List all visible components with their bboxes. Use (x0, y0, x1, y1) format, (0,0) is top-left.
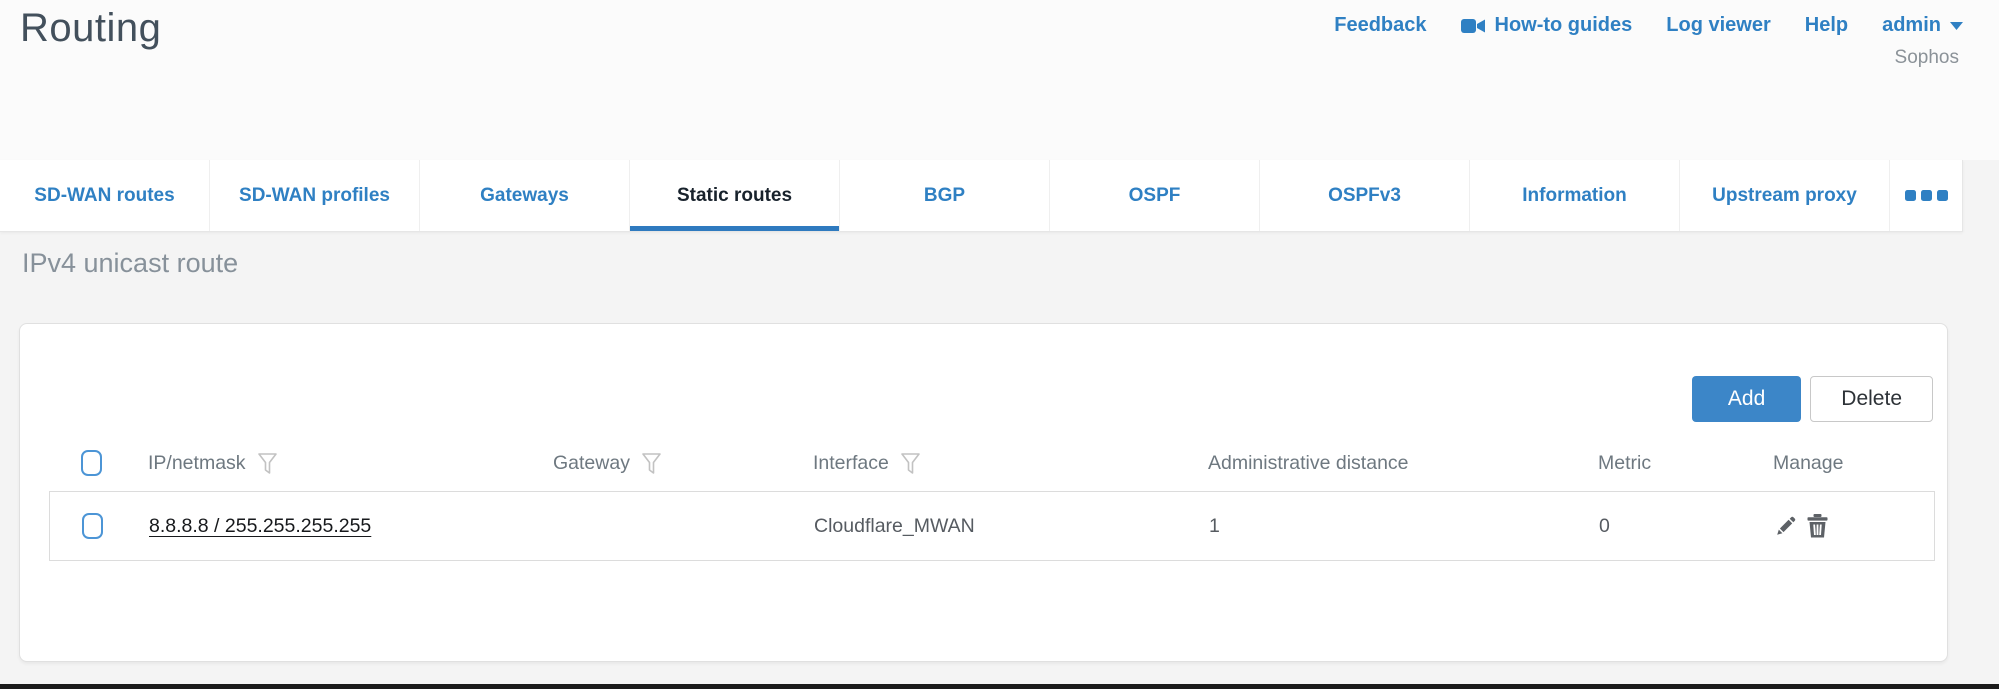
tab-label: Static routes (677, 185, 792, 207)
tab-gateways[interactable]: Gateways (420, 160, 630, 231)
column-header-ad: Administrative distance (1208, 452, 1598, 475)
page-title: Routing (20, 6, 161, 51)
row-select-cell (50, 513, 134, 539)
header-link-admin-menu[interactable]: admin (1882, 14, 1963, 37)
ellipsis-dot (1937, 190, 1948, 201)
ellipsis-dot (1905, 190, 1916, 201)
delete-button[interactable]: Delete (1810, 376, 1933, 422)
tab-bar: SD-WAN routes SD-WAN profiles Gateways Stat… (0, 160, 1963, 232)
row-checkbox[interactable] (82, 513, 103, 539)
tab-static-routes[interactable]: Static routes (630, 160, 840, 231)
delete-icon (1807, 514, 1828, 538)
routing-page: Routing Feedback How-to guides Log viewer H… (0, 0, 1999, 689)
table-toolbar: Add Delete (49, 376, 1935, 422)
column-header-metric: Metric (1598, 452, 1773, 475)
header-link-help[interactable]: Help (1805, 14, 1848, 37)
column-label: Gateway (553, 452, 630, 475)
header-link-label: Feedback (1334, 14, 1426, 37)
column-label: IP/netmask (148, 452, 246, 475)
cell-admin-distance: 1 (1209, 515, 1599, 538)
column-label: Metric (1598, 452, 1651, 475)
header-select-cell (49, 450, 133, 476)
edit-route-button[interactable] (1774, 515, 1797, 538)
tab-sdwan-routes[interactable]: SD-WAN routes (0, 160, 210, 231)
ellipsis-dot (1921, 190, 1932, 201)
window-bottom-edge (0, 684, 1999, 689)
brand-label: Sophos (1895, 47, 1959, 69)
cell-manage (1774, 514, 1934, 538)
tab-label: SD-WAN routes (34, 185, 174, 207)
tab-information[interactable]: Information (1470, 160, 1680, 231)
header-link-label: How-to guides (1495, 14, 1633, 37)
tab-bgp[interactable]: BGP (840, 160, 1050, 231)
header-link-log-viewer[interactable]: Log viewer (1666, 14, 1770, 37)
caret-down-icon (1950, 22, 1963, 30)
page-header: Routing Feedback How-to guides Log viewer H… (0, 0, 1999, 160)
column-label: Interface (813, 452, 889, 475)
filter-button-interface[interactable] (901, 453, 920, 474)
header-links: Feedback How-to guides Log viewer Help admin (1334, 14, 1963, 37)
tab-label: SD-WAN profiles (239, 185, 390, 207)
tab-label: OSPF (1129, 185, 1181, 207)
filter-button-gateway[interactable] (642, 453, 661, 474)
cell-metric: 0 (1599, 515, 1774, 538)
tab-label: Upstream proxy (1712, 185, 1857, 207)
column-label: Manage (1773, 452, 1843, 475)
header-link-feedback[interactable]: Feedback (1334, 14, 1426, 37)
tab-label: BGP (924, 185, 965, 207)
table-header-row: IP/netmask Gateway Interface Administrative… (49, 442, 1935, 484)
tab-upstream-proxy[interactable]: Upstream proxy (1680, 160, 1890, 231)
add-button[interactable]: Add (1692, 376, 1801, 422)
tab-label: Information (1522, 185, 1627, 207)
edit-icon (1774, 515, 1797, 538)
tab-label: Gateways (480, 185, 569, 207)
table-body: 8.8.8.8 / 255.255.255.255 Cloudflare_MWAN… (49, 491, 1935, 561)
select-all-checkbox[interactable] (81, 450, 102, 476)
video-camera-icon (1461, 17, 1486, 35)
column-header-ip: IP/netmask (133, 452, 553, 475)
header-link-label: Log viewer (1666, 14, 1770, 37)
cell-interface: Cloudflare_MWAN (814, 515, 1209, 538)
cell-ip: 8.8.8.8 / 255.255.255.255 (134, 515, 554, 538)
tab-ospfv3[interactable]: OSPFv3 (1260, 160, 1470, 231)
column-label: Administrative distance (1208, 452, 1409, 475)
more-tabs-ellipsis[interactable] (1890, 160, 1962, 231)
header-link-label: admin (1882, 14, 1941, 37)
column-header-interface: Interface (813, 452, 1208, 475)
static-routes-panel: Add Delete IP/netmask Gateway Interface Adm… (19, 323, 1948, 662)
delete-route-button[interactable] (1807, 514, 1828, 538)
table-row: 8.8.8.8 / 255.255.255.255 Cloudflare_MWAN… (49, 491, 1935, 561)
tab-sdwan-profiles[interactable]: SD-WAN profiles (210, 160, 420, 231)
column-header-gateway: Gateway (553, 452, 813, 475)
route-link[interactable]: 8.8.8.8 / 255.255.255.255 (149, 515, 371, 537)
column-header-manage: Manage (1773, 452, 1935, 475)
header-link-howto-guides[interactable]: How-to guides (1461, 14, 1633, 37)
tab-ospf[interactable]: OSPF (1050, 160, 1260, 231)
filter-button-ip[interactable] (258, 453, 277, 474)
section-heading: IPv4 unicast route (22, 248, 238, 279)
filter-icon (258, 453, 277, 474)
tab-label: OSPFv3 (1328, 185, 1401, 207)
header-link-label: Help (1805, 14, 1848, 37)
filter-icon (901, 453, 920, 474)
filter-icon (642, 453, 661, 474)
